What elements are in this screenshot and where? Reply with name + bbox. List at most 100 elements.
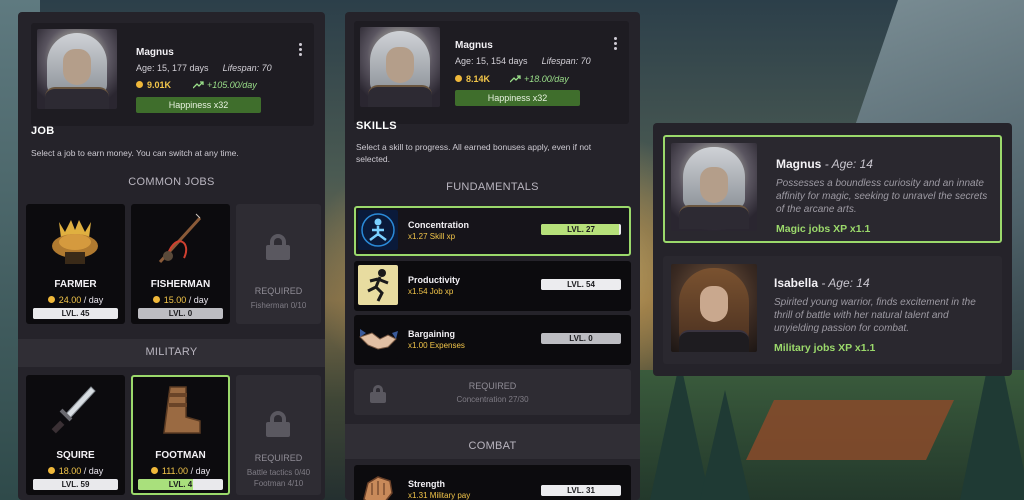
job-name: FARMER bbox=[54, 279, 97, 290]
hero-bonus: Military jobs XP x1.1 bbox=[774, 342, 876, 354]
character-name: Magnus bbox=[136, 47, 174, 58]
character-select-panel: Magnus - Age: 14 Possesses a boundless c… bbox=[653, 123, 1012, 376]
hero-bonus: Magic jobs XP x1.1 bbox=[776, 223, 871, 235]
lock-icon bbox=[266, 234, 290, 260]
job-level-bar: LVL. 59 bbox=[33, 479, 118, 490]
skill-name: Bargaining bbox=[408, 329, 456, 339]
character-name: Magnus bbox=[455, 40, 493, 51]
job-level-bar: LVL. 45 bbox=[33, 308, 118, 319]
character-age-lifespan: Age: 15, 177 days Lifespan: 70 bbox=[136, 63, 272, 73]
character-summary-card: Magnus Age: 15, 154 days Lifespan: 70 8.1… bbox=[354, 21, 629, 124]
hero-name: Magnus - Age: 14 bbox=[776, 157, 873, 171]
job-section-title: JOB bbox=[31, 125, 55, 137]
job-level-bar: LVL. 4 bbox=[138, 479, 223, 490]
category-common-jobs: COMMON JOBS bbox=[128, 176, 215, 188]
required-label: REQUIRED bbox=[254, 286, 303, 296]
skill-level-bar: LVL. 31 bbox=[541, 485, 621, 496]
running-man-icon bbox=[358, 265, 398, 305]
character-money: 9.01K bbox=[136, 80, 171, 90]
income-rate: +18.00/day bbox=[509, 74, 569, 84]
job-card-fisherman[interactable]: FISHERMAN 15.00 / day LVL. 0 bbox=[131, 204, 230, 324]
skill-name: Productivity bbox=[408, 275, 461, 285]
job-section-description: Select a job to earn money. You can swit… bbox=[31, 148, 239, 158]
hero-description: Spirited young warrior, finds excitement… bbox=[774, 297, 976, 334]
coin-icon bbox=[150, 467, 158, 474]
skill-row-strength[interactable]: Strength x1.31 Military pay LVL. 31 bbox=[354, 465, 631, 500]
job-card-footman[interactable]: FOOTMAN 111.00 / day LVL. 4 bbox=[131, 375, 230, 495]
skills-section-title: SKILLS bbox=[356, 120, 397, 132]
job-card-locked: REQUIRED Fisherman 0/10 bbox=[236, 204, 321, 324]
coin-icon bbox=[47, 467, 55, 474]
hero-name: Isabella - Age: 14 bbox=[774, 276, 870, 290]
farmer-hat-icon bbox=[52, 220, 98, 264]
job-card-squire[interactable]: SQUIRE 18.00 / day LVL. 59 bbox=[26, 375, 125, 495]
hero-card-magnus[interactable]: Magnus - Age: 14 Possesses a boundless c… bbox=[663, 135, 1002, 243]
required-label: REQUIRED bbox=[468, 381, 517, 391]
character-summary-card: Magnus Age: 15, 177 days Lifespan: 70 9.0… bbox=[31, 23, 314, 126]
hero-portrait bbox=[671, 264, 757, 352]
skill-row-bargaining[interactable]: Bargaining x1.00 Expenses LVL. 0 bbox=[354, 315, 631, 365]
skill-bonus: x1.00 Expenses bbox=[408, 341, 465, 350]
fist-icon bbox=[358, 469, 398, 500]
job-pay: 15.00 / day bbox=[131, 295, 230, 305]
job-card-farmer[interactable]: FARMER 24.00 / day LVL. 45 bbox=[26, 204, 125, 324]
character-money: 8.14K bbox=[455, 74, 490, 84]
character-lifespan: Lifespan: 70 bbox=[541, 56, 591, 66]
trend-up-icon bbox=[192, 81, 204, 89]
happiness-badge: Happiness x32 bbox=[136, 97, 261, 113]
skills-panel: Magnus Age: 15, 154 days Lifespan: 70 8.1… bbox=[345, 12, 640, 500]
character-portrait bbox=[37, 29, 117, 109]
more-options-icon[interactable] bbox=[614, 37, 617, 51]
job-name: FOOTMAN bbox=[155, 450, 206, 461]
skill-level-bar: LVL. 27 bbox=[541, 224, 621, 235]
skill-level-bar: LVL. 54 bbox=[541, 279, 621, 290]
requirement-text: Fisherman 0/10 bbox=[250, 301, 307, 310]
income-rate: +105.00/day bbox=[192, 80, 257, 90]
character-portrait bbox=[360, 27, 440, 107]
requirement-text: Concentration 27/30 bbox=[456, 395, 529, 404]
skill-level-bar: LVL. 0 bbox=[541, 333, 621, 344]
skill-row-locked: REQUIRED Concentration 27/30 bbox=[354, 369, 631, 415]
character-age-lifespan: Age: 15, 154 days Lifespan: 70 bbox=[455, 56, 591, 66]
hero-portrait bbox=[671, 143, 757, 231]
coin-icon bbox=[47, 296, 55, 303]
job-pay: 111.00 / day bbox=[133, 466, 228, 476]
lock-icon bbox=[266, 411, 290, 437]
more-options-icon[interactable] bbox=[299, 43, 302, 57]
job-pay: 18.00 / day bbox=[26, 466, 125, 476]
handshake-icon bbox=[358, 319, 398, 359]
skill-bonus: x1.31 Military pay bbox=[408, 491, 471, 500]
coin-icon bbox=[455, 75, 462, 82]
skill-row-concentration[interactable]: Concentration x1.27 Skill xp LVL. 27 bbox=[354, 206, 631, 256]
happiness-badge: Happiness x32 bbox=[455, 90, 580, 106]
job-panel: Magnus Age: 15, 177 days Lifespan: 70 9.0… bbox=[18, 12, 325, 500]
character-lifespan: Lifespan: 70 bbox=[222, 63, 272, 73]
skill-bonus: x1.27 Skill xp bbox=[408, 232, 456, 241]
skill-bonus: x1.54 Job xp bbox=[408, 287, 454, 296]
character-age: Age: 15, 154 days bbox=[455, 56, 528, 66]
category-combat: COMBAT bbox=[468, 440, 517, 452]
requirement-text: Battle tactics 0/40 Footman 4/10 bbox=[246, 468, 311, 488]
category-military: MILITARY bbox=[145, 346, 198, 358]
job-pay: 24.00 / day bbox=[26, 295, 125, 305]
character-age: Age: 15, 177 days bbox=[136, 63, 209, 73]
job-level-bar: LVL. 0 bbox=[138, 308, 223, 319]
required-label: REQUIRED bbox=[254, 453, 303, 463]
skills-section-description: Select a skill to progress. All earned b… bbox=[356, 142, 592, 164]
meditation-icon bbox=[358, 210, 398, 250]
fishing-rod-icon bbox=[158, 213, 202, 264]
skill-name: Strength bbox=[408, 479, 445, 489]
dagger-icon bbox=[51, 386, 96, 434]
category-fundamentals: FUNDAMENTALS bbox=[446, 181, 539, 193]
job-card-locked: REQUIRED Battle tactics 0/40 Footman 4/1… bbox=[236, 375, 321, 495]
job-name: FISHERMAN bbox=[150, 279, 211, 290]
coin-icon bbox=[152, 296, 160, 303]
trend-up-icon bbox=[509, 75, 521, 83]
coin-icon bbox=[136, 81, 143, 88]
skill-row-productivity[interactable]: Productivity x1.54 Job xp LVL. 54 bbox=[354, 261, 631, 311]
skill-name: Concentration bbox=[408, 220, 470, 230]
job-name: SQUIRE bbox=[56, 450, 95, 461]
boot-icon bbox=[163, 386, 201, 434]
hero-description: Possesses a boundless curiosity and an i… bbox=[776, 178, 988, 215]
hero-card-isabella[interactable]: Isabella - Age: 14 Spirited young warrio… bbox=[663, 256, 1002, 364]
